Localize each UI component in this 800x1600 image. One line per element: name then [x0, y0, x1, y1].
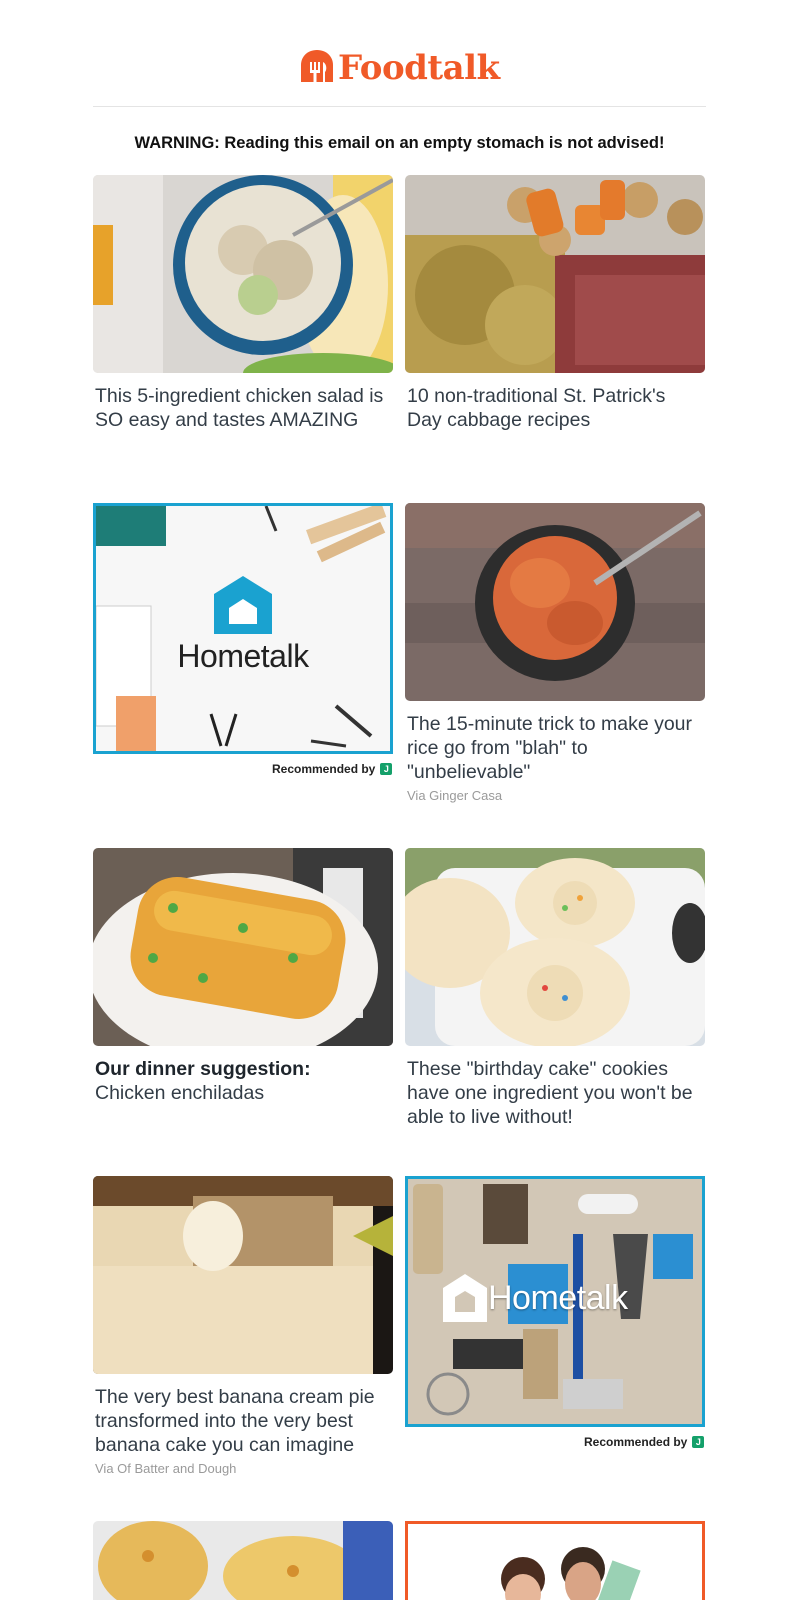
article-title[interactable]: The very best banana cream pie transform… [93, 1385, 393, 1457]
foodtalk-logo[interactable]: Foodtalk [298, 44, 508, 92]
article-card-chicken-salad[interactable]: This 5-ingredient chicken salad is SO ea… [93, 175, 393, 432]
spanish-rice-image[interactable] [405, 503, 705, 701]
warning-banner: WARNING: Reading this email on an empty … [134, 134, 665, 152]
article-card-enchiladas[interactable]: Our dinner suggestion: Chicken enchilada… [93, 848, 393, 1105]
article-title[interactable]: This 5-ingredient chicken salad is SO ea… [93, 384, 393, 432]
hometalk-wordmark: Hometalk [488, 1279, 628, 1317]
enchiladas-image[interactable] [93, 848, 393, 1046]
hometalk-ad-1[interactable]: Hometalk [93, 503, 393, 754]
birthday-cake-cookies-image[interactable] [405, 848, 705, 1046]
recommended-label: Recommended by [584, 1435, 688, 1449]
dinner-suggestion-title: Chicken enchiladas [95, 1082, 265, 1104]
article-card-partial[interactable] [93, 1521, 393, 1600]
article-card-banana-cake[interactable]: The very best banana cream pie transform… [93, 1176, 393, 1476]
article-title[interactable]: The 15-minute trick to make your rice go… [405, 712, 705, 784]
zergnet-logo-icon: J [380, 763, 393, 775]
article-card-cabbage[interactable]: 10 non-traditional St. Patrick's Day cab… [405, 175, 705, 432]
brand-name: Foodtalk [338, 48, 500, 88]
article-title[interactable]: 10 non-traditional St. Patrick's Day cab… [405, 384, 705, 432]
ad-partial[interactable] [405, 1521, 705, 1600]
chef-hat-fork-icon [301, 50, 333, 82]
corned-beef-cabbage-image[interactable] [405, 175, 705, 373]
recommended-by[interactable]: Recommended by J [584, 1435, 705, 1449]
article-title[interactable]: These "birthday cake" cookies have one i… [405, 1057, 705, 1129]
recommended-label: Recommended by [272, 762, 376, 776]
article-card-rice[interactable]: The 15-minute trick to make your rice go… [405, 503, 705, 803]
article-source[interactable]: Via Of Batter and Dough [93, 1461, 393, 1476]
hometalk-wordmark: Hometalk [177, 638, 309, 674]
dinner-suggestion-label: Our dinner suggestion: [95, 1058, 311, 1080]
chicken-salad-image[interactable] [93, 175, 393, 373]
potato-skins-image[interactable] [93, 1521, 393, 1600]
hometalk-ad-2[interactable]: Hometalk [405, 1176, 705, 1427]
email-header: Foodtalk [93, 0, 706, 107]
banana-cake-image[interactable] [93, 1176, 393, 1374]
zergnet-logo-icon: J [692, 1436, 705, 1448]
recommended-by[interactable]: Recommended by J [272, 762, 393, 776]
article-source[interactable]: Via Ginger Casa [405, 788, 705, 803]
article-title[interactable]: Our dinner suggestion: Chicken enchilada… [93, 1057, 393, 1105]
article-card-cookies[interactable]: These "birthday cake" cookies have one i… [405, 848, 705, 1129]
